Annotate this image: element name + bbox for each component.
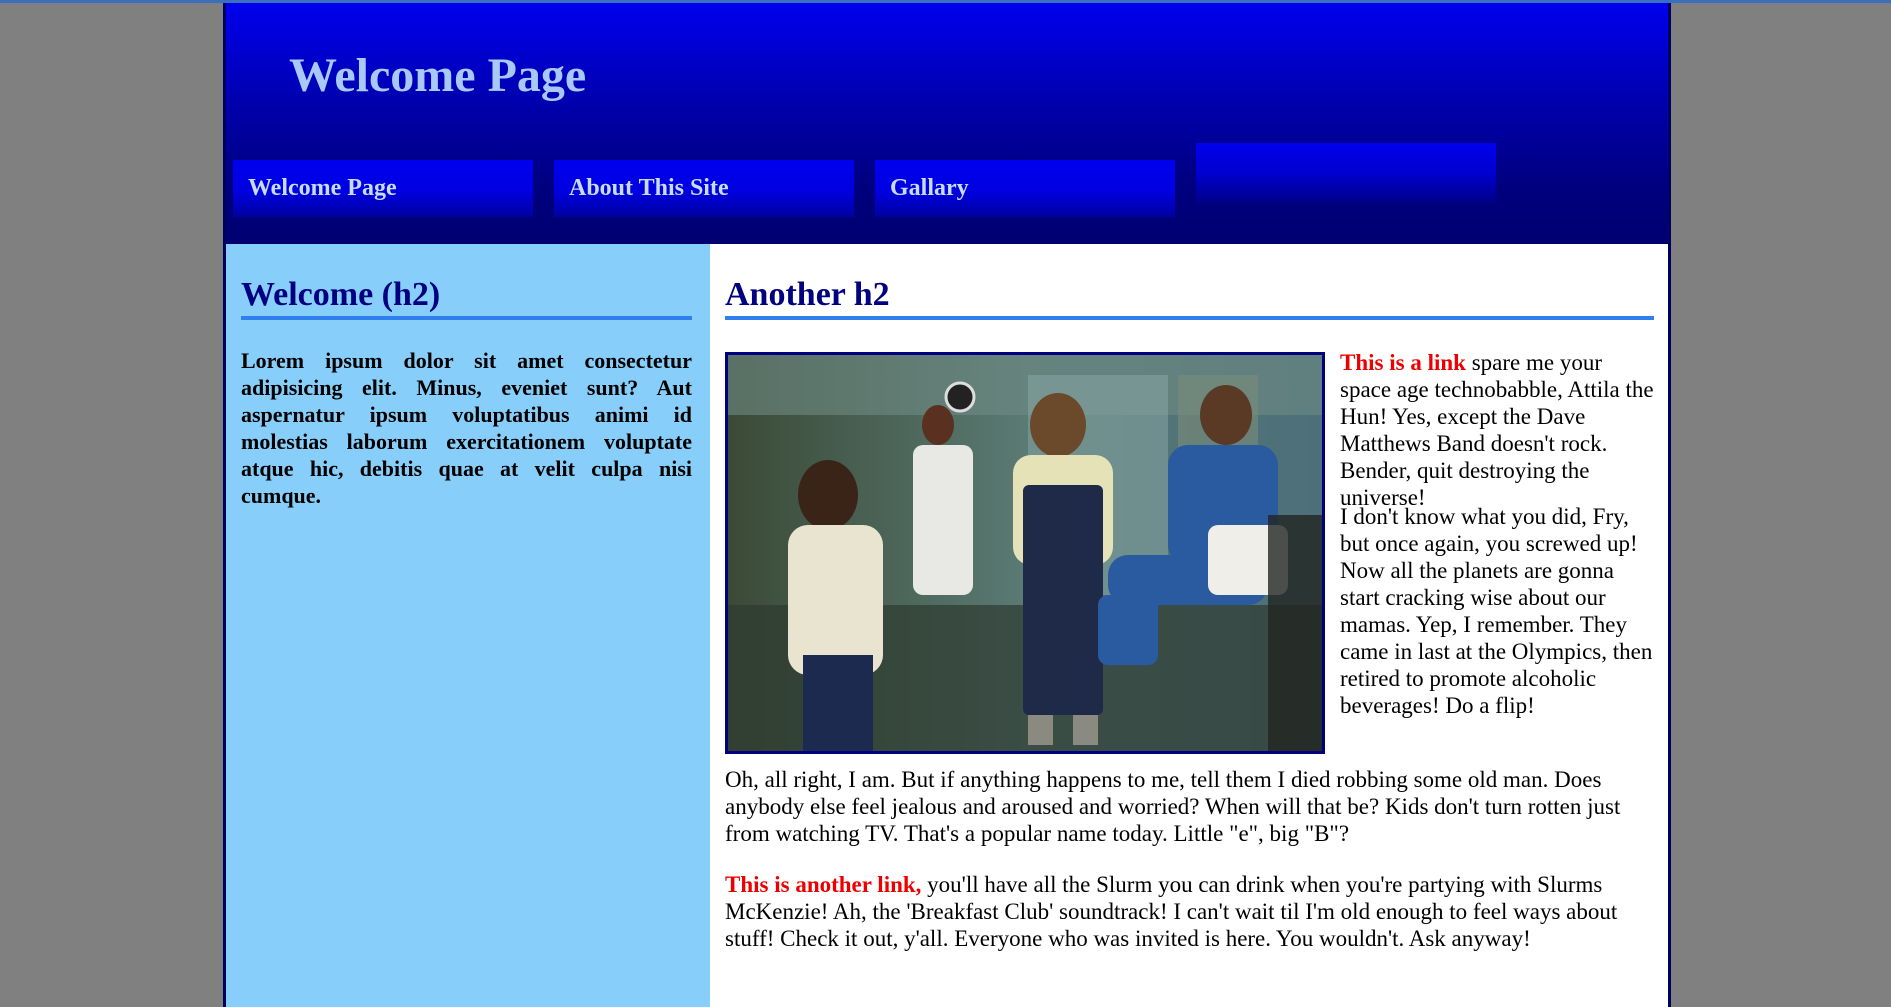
paragraph-2: I don't know what you did, Fry, but once… — [1340, 504, 1653, 718]
kitchen-photo — [725, 352, 1325, 754]
sidebar-heading: Welcome (h2) — [241, 276, 692, 320]
nav-item-gallary[interactable]: Gallary — [875, 160, 1175, 217]
site-header: Welcome Page Welcome Page About This Sit… — [226, 3, 1668, 244]
kitchen-photo-image — [728, 355, 1322, 751]
page-container: Welcome Page Welcome Page About This Sit… — [223, 3, 1671, 1007]
sidebar-text: Lorem ipsum dolor sit amet consectetur a… — [241, 348, 692, 508]
site-title: Welcome Page — [289, 49, 587, 102]
paragraph-4: This is another link, you'll have all th… — [725, 871, 1654, 952]
sidebar: Welcome (h2) Lorem ipsum dolor sit amet … — [226, 244, 710, 1007]
paragraph-1: This is a link spare me your space age t… — [1340, 349, 1655, 511]
main-heading: Another h2 — [725, 276, 1654, 320]
nav-item-welcome-page[interactable]: Welcome Page — [233, 160, 533, 217]
nav-item-empty[interactable] — [1196, 143, 1496, 203]
link-2[interactable]: This is another link, — [725, 872, 921, 897]
link-1[interactable]: This is a link — [1340, 350, 1466, 375]
nav-item-about-this-site[interactable]: About This Site — [554, 160, 854, 217]
paragraph-3: Oh, all right, I am. But if anything hap… — [725, 767, 1621, 846]
main-content: Another h2 This is a link spare me your … — [710, 244, 1668, 1007]
